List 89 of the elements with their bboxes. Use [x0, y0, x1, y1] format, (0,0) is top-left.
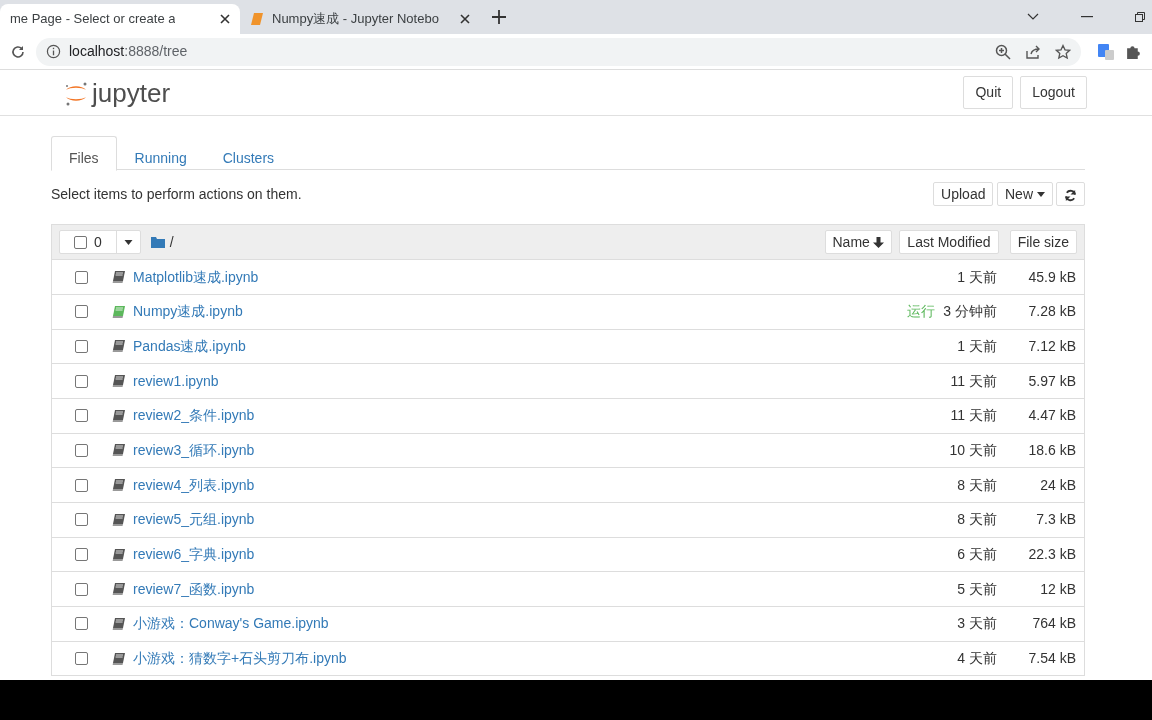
tab[interactable]: Clusters	[204, 136, 293, 171]
checkbox[interactable]	[75, 374, 88, 388]
checkbox[interactable]	[75, 305, 88, 319]
close-icon[interactable]	[460, 14, 470, 24]
checkbox[interactable]	[74, 235, 87, 249]
checkbox[interactable]	[75, 652, 88, 666]
sort-down-arrow-icon	[873, 236, 885, 248]
file-link[interactable]: review4_列表.ipynb	[133, 474, 255, 496]
file-link[interactable]: review5_元组.ipynb	[133, 509, 255, 531]
checkbox[interactable]	[75, 409, 88, 423]
puzzle-icon[interactable]	[1125, 43, 1142, 60]
refresh-button[interactable]	[1056, 182, 1085, 207]
file-size: 764 kB	[1031, 614, 1076, 634]
modified-time: 6 天前	[957, 545, 997, 565]
refresh-icon	[1064, 188, 1077, 202]
file-link[interactable]: review6_字典.ipynb	[133, 544, 255, 566]
modified-time: 4 天前	[957, 649, 997, 669]
modified-time: 1 天前	[957, 336, 997, 356]
file-link[interactable]: review2_条件.ipynb	[133, 405, 255, 427]
close-icon[interactable]	[220, 14, 230, 24]
new-button[interactable]: New	[997, 182, 1053, 207]
hint-text: Select items to perform actions on them.	[51, 184, 302, 204]
checkbox[interactable]	[75, 617, 88, 631]
checkbox[interactable]	[75, 443, 88, 457]
share-icon[interactable]	[1025, 43, 1041, 60]
book-icon	[250, 12, 264, 26]
file-link[interactable]: review1.ipynb	[133, 370, 219, 392]
file-size: 7.28 kB	[1027, 302, 1076, 322]
checkbox[interactable]	[75, 478, 88, 492]
translate-icon[interactable]	[1097, 42, 1115, 61]
modified-time: 3 分钟前	[943, 302, 997, 322]
logout-button[interactable]: Logout	[1020, 76, 1087, 109]
modified-time: 10 天前	[949, 440, 997, 460]
checkbox[interactable]	[75, 339, 88, 353]
info-icon[interactable]	[46, 44, 61, 59]
quit-button[interactable]: Quit	[963, 76, 1014, 109]
jupyter-wordmark: jupyter	[92, 79, 171, 106]
file-link[interactable]: 小游戏：猜数字+石头剪刀布.ipynb	[133, 648, 347, 670]
reload-icon[interactable]	[10, 43, 26, 60]
caret-icon[interactable]	[123, 239, 133, 245]
browser-tab[interactable]: me Page - Select or create a	[0, 4, 240, 34]
modified-time: 11 天前	[950, 371, 997, 391]
tab[interactable]: Files	[51, 136, 117, 171]
breadcrumb-link[interactable]: /	[169, 231, 174, 253]
file-link[interactable]: review7_函数.ipynb	[133, 578, 255, 600]
tab-search-icon[interactable]	[1027, 13, 1039, 21]
upload-button[interactable]: Upload	[933, 182, 994, 207]
name-sort-button[interactable]: Name	[824, 230, 893, 255]
size-sort-button[interactable]: File size	[1009, 230, 1077, 255]
modified-time: 8 天前	[957, 475, 997, 495]
checkbox[interactable]	[75, 548, 88, 562]
file-link[interactable]: Pandas速成.ipynb	[133, 335, 246, 357]
url-text: localhost:8888/tree	[69, 42, 188, 61]
folder-icon[interactable]	[150, 236, 165, 249]
file-size: 45.9 kB	[1027, 267, 1076, 287]
file-size: 7.54 kB	[1027, 649, 1076, 669]
file-size: 4.47 kB	[1027, 406, 1076, 426]
file-link[interactable]: 小游戏：Conway's Game.ipynb	[133, 613, 329, 635]
file-link[interactable]: review3_循环.ipynb	[133, 439, 255, 461]
file-size: 7.12 kB	[1027, 336, 1076, 356]
modified-sort-button[interactable]: Last Modified	[899, 230, 999, 255]
running-status: 运行	[907, 302, 936, 322]
modified-time: 8 天前	[957, 510, 997, 530]
selected-count: 0	[94, 233, 102, 252]
restore-icon[interactable]	[1135, 12, 1145, 22]
modified-time: 5 天前	[957, 579, 997, 599]
file-size: 24 kB	[1039, 475, 1076, 495]
select-all-control[interactable]: 0	[59, 230, 141, 255]
modified-time: 11 天前	[950, 406, 997, 426]
star-icon[interactable]	[1055, 43, 1071, 60]
address-bar[interactable]: localhost:8888/tree	[36, 37, 1081, 66]
checkbox[interactable]	[75, 513, 88, 527]
checkbox[interactable]	[75, 270, 88, 284]
file-size: 7.3 kB	[1035, 510, 1076, 530]
file-size: 12 kB	[1039, 579, 1076, 599]
file-size: 5.97 kB	[1027, 371, 1076, 391]
checkbox[interactable]	[75, 582, 88, 596]
new-tab-icon[interactable]	[492, 10, 506, 24]
minimize-icon[interactable]	[1081, 16, 1093, 18]
zoom-icon[interactable]	[995, 43, 1011, 60]
file-link[interactable]: Numpy速成.ipynb	[133, 301, 243, 323]
file-size: 22.3 kB	[1027, 545, 1076, 565]
caret-icon	[1036, 191, 1045, 197]
file-link[interactable]: Matplotlib速成.ipynb	[133, 266, 259, 288]
browser-tab[interactable]: Numpy速成 - Jupyter Notebo	[240, 4, 480, 34]
modified-time: 3 天前	[957, 614, 997, 634]
modified-time: 1 天前	[957, 267, 997, 287]
file-size: 18.6 kB	[1027, 440, 1076, 460]
tab[interactable]: Running	[116, 136, 205, 171]
